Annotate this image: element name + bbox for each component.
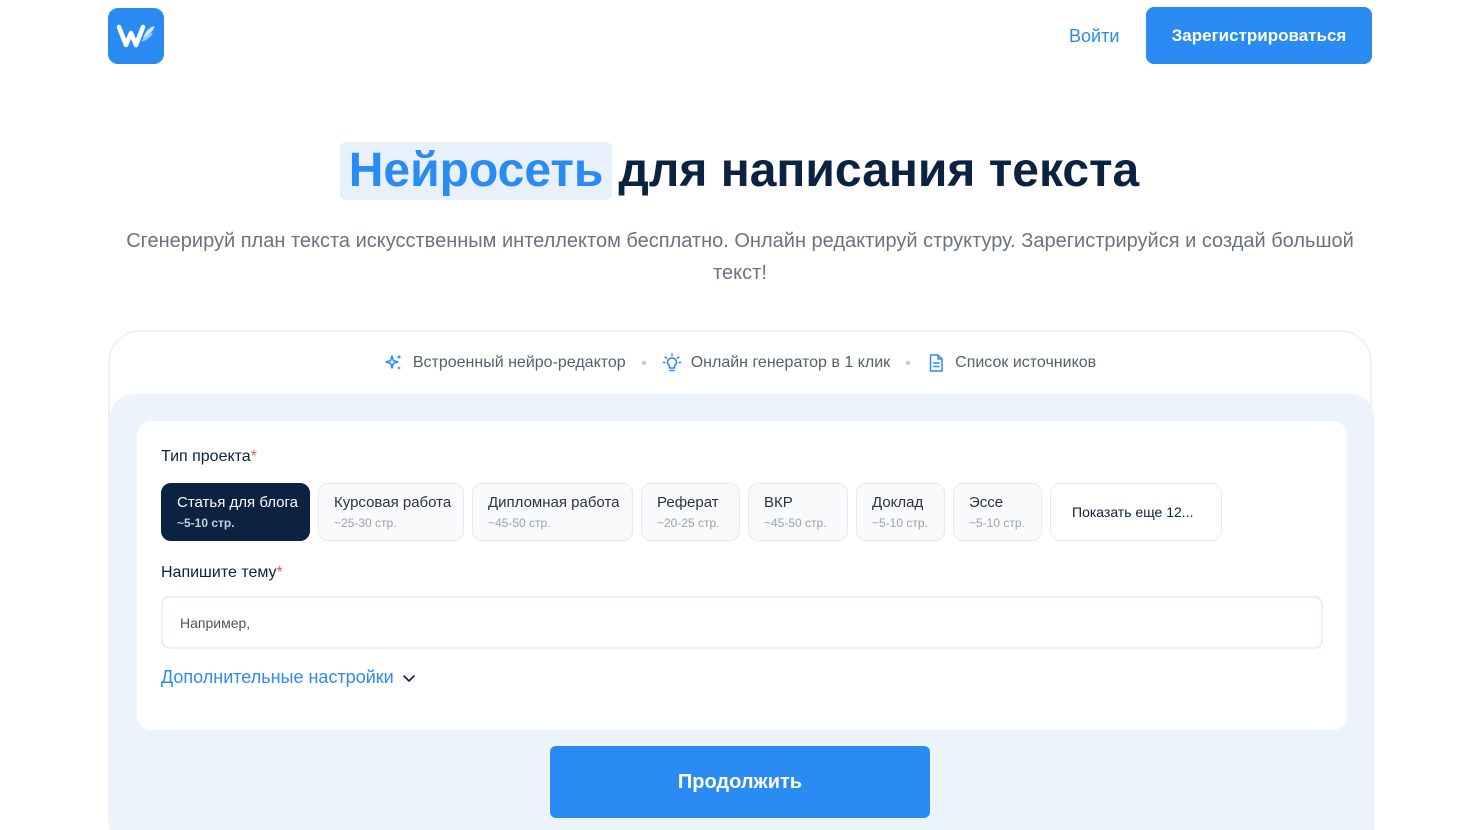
lightbulb-icon	[662, 353, 681, 372]
chip-report[interactable]: Доклад ~5-10 стр.	[856, 483, 945, 541]
chip-diploma[interactable]: Дипломная работа ~45-50 стр.	[472, 483, 633, 541]
chip-blog-article[interactable]: Статья для блога ~5-10 стр.	[161, 483, 310, 541]
feature-label: Список источников	[955, 354, 1097, 371]
advanced-settings-toggle[interactable]: Дополнительные настройки	[161, 667, 417, 688]
title-highlight: Нейросеть	[339, 142, 613, 200]
chip-title: Дипломная работа	[488, 494, 620, 511]
show-more-button[interactable]: Показать еще 12...	[1050, 483, 1222, 541]
form-panel: Тип проекта* Статья для блога ~5-10 стр.…	[110, 394, 1374, 830]
advanced-settings-label: Дополнительные настройки	[161, 667, 394, 687]
chip-title: Доклад	[872, 494, 924, 511]
chip-pages: ~45-50 стр.	[764, 516, 827, 530]
topic-input[interactable]	[161, 596, 1323, 649]
project-form: Тип проекта* Статья для блога ~5-10 стр.…	[137, 421, 1347, 730]
chip-title: Реферат	[657, 494, 719, 511]
chip-coursework[interactable]: Курсовая работа ~25-30 стр.	[318, 483, 464, 541]
chip-title: ВКР	[764, 494, 793, 511]
logo[interactable]	[108, 8, 164, 64]
project-type-chips: Статья для блога ~5-10 стр. Курсовая раб…	[161, 483, 1222, 541]
document-icon	[929, 354, 943, 372]
logo-w-icon	[116, 24, 155, 48]
required-mark: *	[276, 564, 283, 581]
chip-pages: ~5-10 стр.	[969, 516, 1025, 530]
show-more-label: Показать еще 12...	[1072, 504, 1194, 520]
chip-title: Статья для блога	[177, 494, 298, 511]
chip-pages: ~45-50 стр.	[488, 516, 551, 530]
chip-title: Курсовая работа	[334, 494, 452, 511]
sparkles-icon	[385, 354, 402, 370]
login-link[interactable]: Войти	[1069, 26, 1119, 47]
generator-card: Встроенный нейро-редактор Онлайн генерат…	[108, 330, 1374, 830]
features-row: Встроенный нейро-редактор Онлайн генерат…	[110, 353, 1370, 373]
title-rest: для написания текста	[618, 144, 1140, 197]
page-subtitle: Сгенерируй план текста искусственным инт…	[126, 230, 1354, 284]
chip-abstract[interactable]: Реферат ~20-25 стр.	[641, 483, 740, 541]
chevron-down-icon	[402, 674, 415, 682]
page: Войти Зарегистрироваться Нейросеть для на…	[0, 0, 1479, 830]
chip-title: Эссе	[969, 494, 1004, 511]
topic-label: Напишите тему*	[161, 564, 283, 581]
signup-button[interactable]: Зарегистрироваться	[1146, 7, 1372, 64]
chip-pages: ~5-10 стр.	[177, 516, 235, 530]
chip-vkr[interactable]: ВКР ~45-50 стр.	[748, 483, 848, 541]
chip-pages: ~20-25 стр.	[657, 516, 720, 530]
required-mark: *	[250, 448, 257, 465]
feature-label: Встроенный нейро-редактор	[412, 354, 626, 371]
feature-neuro-editor: Встроенный нейро-редактор	[384, 353, 626, 373]
feature-sources: Список источников	[926, 353, 1096, 373]
page-title: Нейросеть для написания текста	[0, 142, 1479, 200]
separator-dot	[641, 361, 646, 365]
project-type-label: Тип проекта*	[161, 448, 257, 465]
chip-pages: ~25-30 стр.	[334, 516, 397, 530]
feature-label: Онлайн генератор в 1 клик	[690, 354, 891, 371]
chip-pages: ~5-10 стр.	[872, 516, 928, 530]
feature-one-click: Онлайн генератор в 1 клик	[662, 353, 890, 373]
separator-dot	[906, 361, 911, 365]
chip-essay[interactable]: Эссе ~5-10 стр.	[953, 483, 1042, 541]
continue-button[interactable]: Продолжить	[550, 746, 930, 818]
